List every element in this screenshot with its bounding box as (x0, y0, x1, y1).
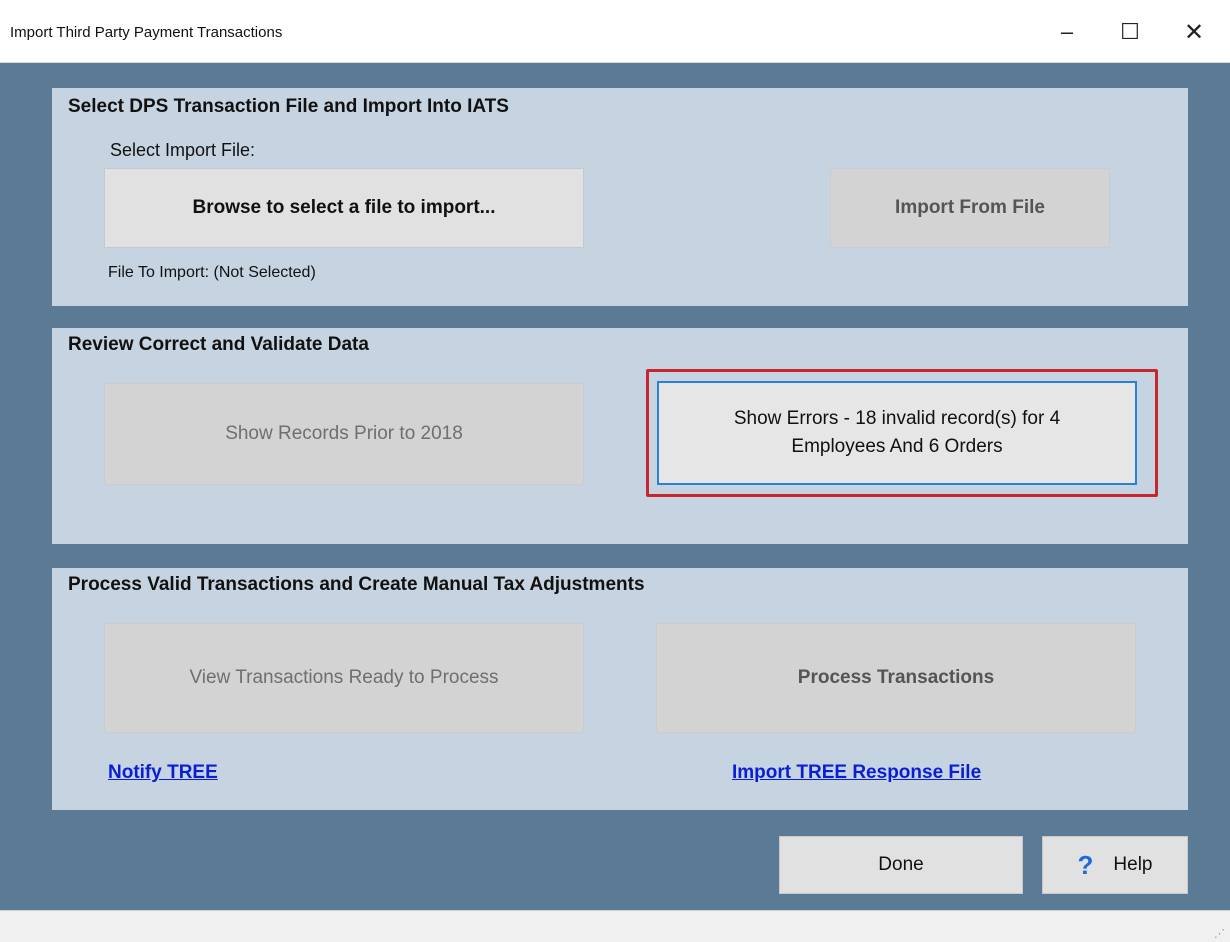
import-from-file-button[interactable]: Import From File (830, 168, 1110, 248)
help-icon: ? (1077, 849, 1094, 880)
window-title: Import Third Party Payment Transactions (10, 24, 283, 41)
process-transactions-button[interactable]: Process Transactions (656, 623, 1136, 733)
status-bar: ⋰ (0, 910, 1230, 942)
process-panel-title: Process Valid Transactions and Create Ma… (68, 574, 645, 595)
process-transactions-panel: Process Valid Transactions and Create Ma… (52, 568, 1188, 810)
import-tree-response-link[interactable]: Import TREE Response File (732, 762, 981, 784)
maximize-icon: ☐ (1120, 19, 1140, 44)
minimize-icon: – (1060, 19, 1074, 44)
import-panel-title: Select DPS Transaction File and Import I… (68, 96, 509, 117)
show-errors-line-2: Employees And 6 Orders (791, 436, 1003, 457)
show-records-prior-button[interactable]: Show Records Prior to 2018 (104, 383, 584, 485)
view-ready-transactions-button[interactable]: View Transactions Ready to Process (104, 623, 584, 733)
file-to-import-label: File To Import: (Not Selected) (108, 264, 316, 281)
show-errors-line-1: Show Errors - 18 invalid record(s) for 4 (733, 408, 1061, 430)
help-button[interactable]: ? Help (1042, 836, 1188, 894)
resize-grip-icon[interactable]: ⋰ (1214, 929, 1226, 940)
notify-tree-link[interactable]: Notify TREE (108, 762, 218, 784)
close-button[interactable]: ✕ (1172, 10, 1216, 54)
maximize-button[interactable]: ☐ (1108, 10, 1152, 54)
review-panel-title: Review Correct and Validate Data (68, 334, 369, 355)
select-import-file-label: Select Import File: (110, 140, 256, 160)
close-icon: ✕ (1183, 18, 1205, 46)
help-label: Help (1113, 854, 1153, 875)
show-errors-label: Show Errors - 18 invalid record(s) for 4… (734, 405, 1060, 460)
done-button[interactable]: Done (779, 836, 1023, 894)
import-file-panel: Select DPS Transaction File and Import I… (52, 88, 1188, 306)
minimize-button[interactable]: – (1045, 10, 1089, 54)
title-bar: Import Third Party Payment Transactions … (0, 0, 1230, 63)
show-errors-button[interactable]: Show Errors - 18 invalid record(s) for 4… (657, 381, 1137, 485)
browse-file-button[interactable]: Browse to select a file to import... (104, 168, 584, 248)
